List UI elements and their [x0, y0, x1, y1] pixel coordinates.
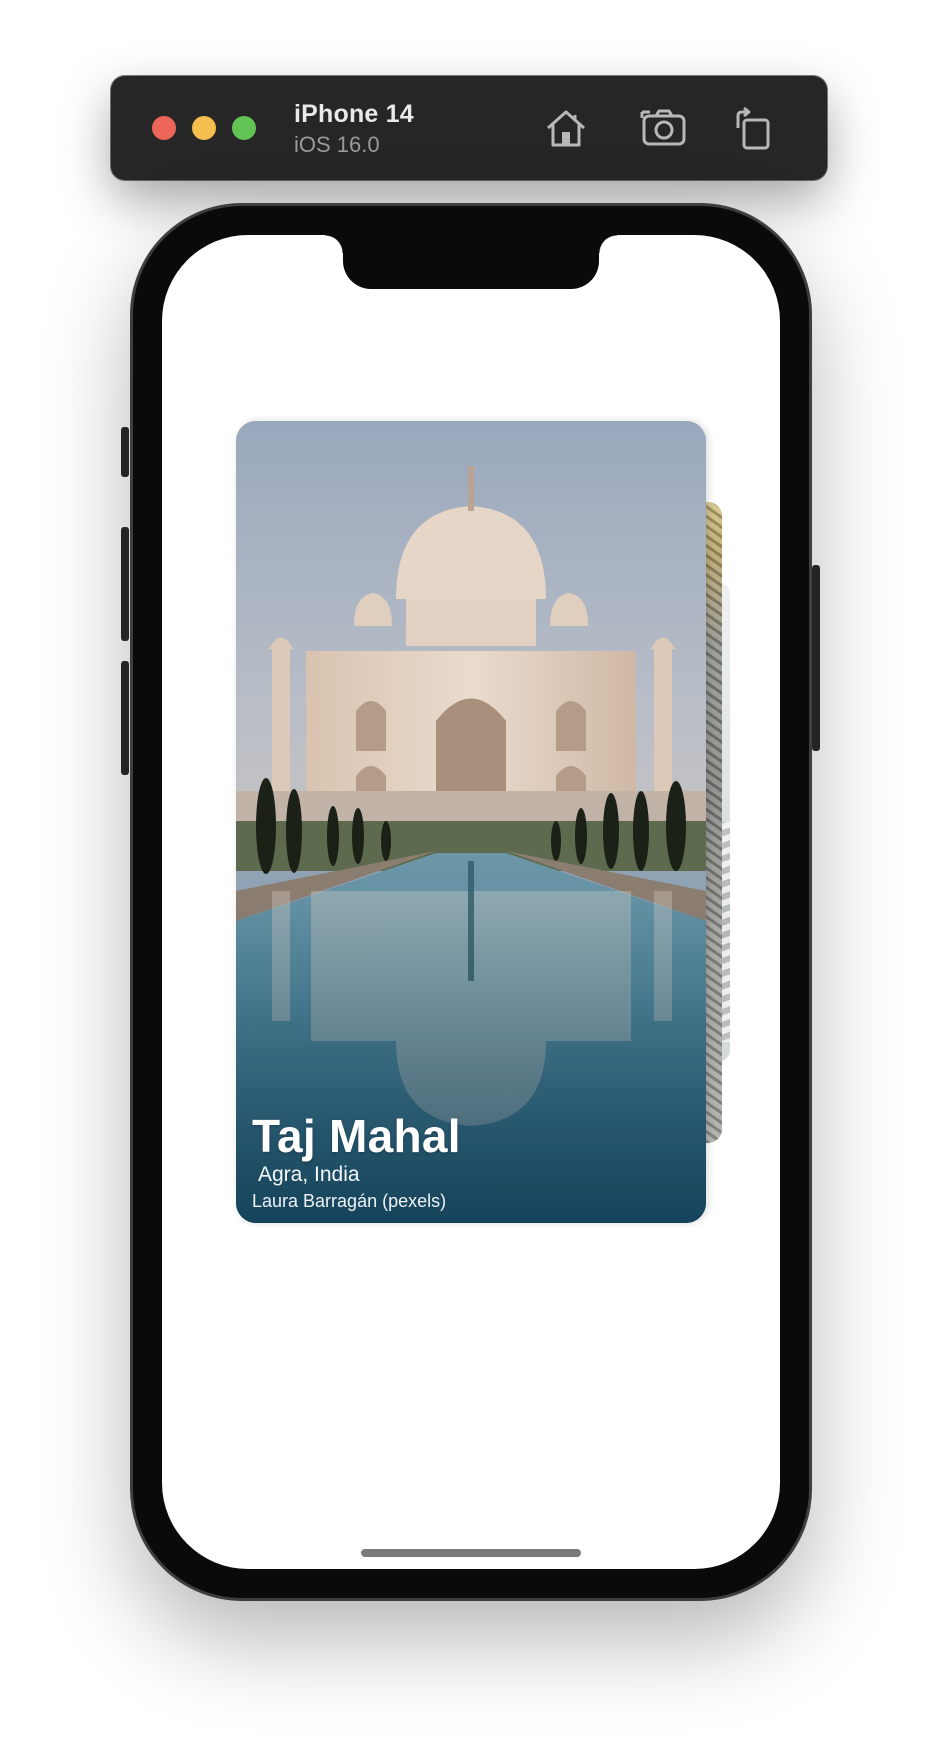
minimize-window-button[interactable] — [192, 116, 216, 140]
card-title: Taj Mahal — [252, 1110, 461, 1162]
rotate-icon[interactable] — [730, 104, 778, 152]
notch — [325, 235, 617, 289]
taj-mahal-photo — [236, 421, 706, 1223]
close-window-button[interactable] — [152, 116, 176, 140]
power-button — [812, 565, 820, 751]
os-version: iOS 16.0 — [294, 132, 380, 157]
volume-up-button — [121, 527, 129, 641]
photo-credit: Laura Barragán (pexels) — [252, 1191, 447, 1211]
screenshot-icon[interactable] — [640, 104, 688, 152]
phone-screen: Taj Mahal Agra, India Laura Barragán (pe… — [162, 235, 780, 1569]
simulator-toolbar: iPhone 14 iOS 16.0 — [111, 76, 827, 180]
zoom-window-button[interactable] — [232, 116, 256, 140]
home-indicator[interactable] — [361, 1549, 581, 1557]
card-location: Agra, India — [258, 1163, 360, 1186]
destination-card[interactable]: Taj Mahal Agra, India Laura Barragán (pe… — [236, 421, 706, 1223]
device-name: iPhone 14 — [294, 100, 414, 128]
silent-switch — [121, 427, 129, 477]
home-icon[interactable] — [542, 104, 590, 152]
volume-down-button — [121, 661, 129, 775]
